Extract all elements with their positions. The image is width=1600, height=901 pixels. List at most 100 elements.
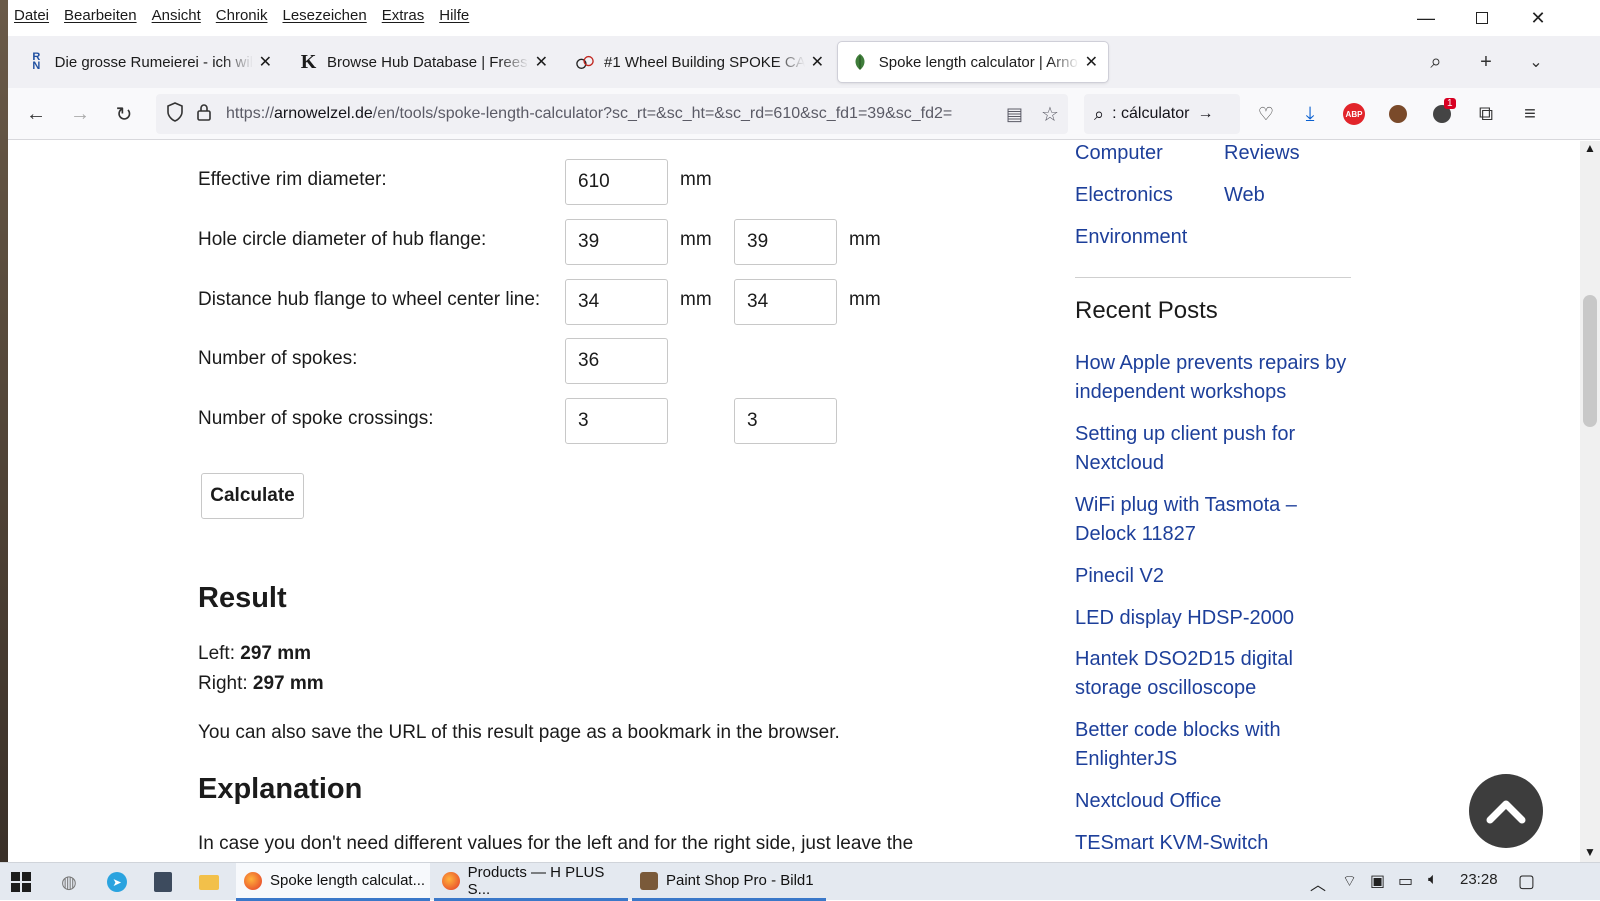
rn-favicon-icon: RN [32, 51, 41, 72]
calculator-button[interactable] [144, 867, 182, 897]
url-bar[interactable]: https://arnowelzel.de/en/tools/spoke-len… [156, 94, 1068, 134]
pinned-app-button[interactable]: ◍ [50, 867, 88, 897]
chevron-up-icon [1486, 800, 1526, 824]
recent-post-link[interactable]: How Apple prevents repairs by independent… [1075, 349, 1346, 407]
list-tabs-button[interactable]: ⌄ [1518, 44, 1554, 80]
notifications-icon[interactable]: ▢ [1518, 871, 1535, 892]
search-icon: ⌕ [1094, 103, 1105, 124]
tab-title: Browse Hub Database | Freespo [326, 53, 529, 71]
recent-post-link[interactable]: Setting up client push for Nextcloud [1075, 420, 1295, 478]
taskbar-app-firefox-products[interactable]: Products — H PLUS S... [434, 863, 628, 901]
menu-datei[interactable]: Datei [14, 7, 49, 24]
bookmark-star-icon[interactable]: ☆ [1041, 102, 1059, 127]
sidebar-divider [1075, 277, 1351, 278]
scroll-down-icon[interactable]: ▼ [1584, 845, 1596, 859]
telegram-button[interactable]: ➤ [98, 867, 136, 897]
tab-spoke-length-calculator[interactable]: Spoke length calculator | Arno W ✕ [838, 42, 1108, 82]
scroll-up-icon[interactable]: ▲ [1584, 141, 1596, 155]
category-reviews[interactable]: Reviews [1224, 141, 1300, 168]
lock-icon[interactable] [196, 103, 212, 126]
paint-shop-pro-icon [640, 871, 658, 890]
search-bar[interactable]: ⌕ : cálculator → [1084, 94, 1240, 134]
recent-post-link[interactable]: LED display HDSP-2000 [1075, 604, 1294, 633]
hub-hole-circle-left-input[interactable] [565, 219, 668, 265]
close-tab-icon[interactable]: ✕ [1085, 52, 1098, 72]
taskbar-app-firefox-spoke[interactable]: Spoke length calculat... [236, 863, 430, 901]
recent-post-link[interactable]: WiFi plug with Tasmota – Delock 11827 [1075, 491, 1297, 549]
new-tab-button[interactable]: + [1468, 44, 1504, 80]
extension-badge-button[interactable]: 1 [1424, 96, 1460, 132]
calculate-button[interactable]: Calculate [201, 473, 304, 519]
page-scrollbar[interactable]: ▲ ▼ [1580, 141, 1600, 862]
category-environment[interactable]: Environment [1075, 223, 1187, 252]
tab-rumeierei[interactable]: RN Die grosse Rumeierei - ich will n ✕ [14, 42, 282, 82]
close-tab-icon[interactable]: ✕ [811, 52, 824, 72]
puzzle-icon: ⧉ [1478, 102, 1494, 125]
back-button[interactable]: ← [18, 96, 54, 132]
notification-badge: 1 [1444, 98, 1456, 109]
maximize-icon [1476, 12, 1488, 24]
menu-lesezeichen[interactable]: Lesezeichen [282, 7, 366, 24]
forward-button[interactable]: → [62, 96, 98, 132]
result-right-value: 297 mm [252, 673, 324, 694]
arrow-right-icon[interactable]: → [1197, 105, 1213, 123]
tab-title: #1 Wheel Building SPOKE CALC [604, 53, 805, 71]
close-window-button[interactable]: ✕ [1510, 0, 1566, 36]
close-tab-icon[interactable]: ✕ [535, 52, 548, 72]
extensions-button[interactable]: ⧉ [1468, 96, 1504, 132]
flange-distance-label: Distance hub flange to wheel center line… [198, 289, 541, 310]
app-menu-button[interactable]: ≡ [1512, 96, 1548, 132]
search-input[interactable]: : cálculator [1112, 105, 1189, 123]
tab-wheel-building[interactable]: #1 Wheel Building SPOKE CALC ✕ [562, 42, 834, 82]
spokes-count-input[interactable] [565, 338, 668, 384]
recent-post-link[interactable]: TESmart KVM-Switch [1075, 829, 1268, 858]
downloads-button[interactable]: ⤓ [1292, 96, 1328, 132]
plus-icon: + [1480, 50, 1492, 73]
spoke-crossings-left-input[interactable] [565, 398, 668, 444]
menu-ansicht[interactable]: Ansicht [152, 7, 201, 24]
back-to-top-button[interactable] [1469, 774, 1543, 848]
recent-post-link[interactable]: Pinecil V2 [1075, 562, 1164, 591]
start-button[interactable] [2, 867, 40, 897]
menu-chronik[interactable]: Chronik [216, 7, 268, 24]
file-explorer-button[interactable] [190, 867, 228, 897]
category-electronics[interactable]: Electronics [1075, 181, 1173, 210]
flange-distance-right-input[interactable] [734, 279, 837, 325]
battery-icon[interactable]: ▭ [1398, 871, 1413, 891]
minimize-button[interactable]: — [1398, 0, 1454, 36]
menu-extras[interactable]: Extras [382, 7, 425, 24]
telegram-icon: ➤ [107, 872, 127, 892]
pocket-button[interactable]: ♡ [1248, 96, 1284, 132]
cookie-extension-button[interactable] [1380, 96, 1416, 132]
hub-hole-circle-right-input[interactable] [734, 219, 837, 265]
chevron-up-icon[interactable]: ︿ [1310, 871, 1326, 895]
taskbar-app-label: Spoke length calculat... [270, 872, 426, 889]
reload-button[interactable]: ↻ [106, 96, 142, 132]
recent-post-link[interactable]: Nextcloud Office [1075, 787, 1221, 816]
tab-search-button[interactable]: ⌕ [1418, 44, 1454, 80]
result-heading: Result [198, 582, 287, 614]
maximize-button[interactable] [1454, 0, 1510, 36]
wifi-icon[interactable]: ⌔ [1342, 871, 1357, 891]
category-computer[interactable]: Computer [1075, 141, 1163, 168]
volume-icon[interactable]: 🔈︎ [1428, 871, 1438, 889]
rim-diameter-input[interactable] [565, 159, 668, 205]
spoke-crossings-right-input[interactable] [734, 398, 837, 444]
menu-bearbeiten[interactable]: Bearbeiten [64, 7, 137, 24]
adblock-button[interactable]: ABP [1336, 96, 1372, 132]
category-web[interactable]: Web [1224, 181, 1265, 210]
reader-view-icon[interactable]: ▤ [1006, 104, 1023, 125]
display-icon[interactable]: ▣ [1370, 871, 1385, 891]
recent-post-link[interactable]: Hantek DSO2D15 digital storage oscillosco… [1075, 645, 1293, 703]
clock[interactable]: 23:28 [1460, 871, 1498, 888]
close-tab-icon[interactable]: ✕ [259, 52, 272, 72]
taskbar-app-paint-shop-pro[interactable]: Paint Shop Pro - Bild1 [632, 863, 826, 901]
page-content: Effective rim diameter: mm Hole circle d… [8, 141, 1580, 862]
spokes-count-label: Number of spokes: [198, 348, 358, 369]
tab-freespoke[interactable]: K Browse Hub Database | Freespo ✕ [286, 42, 558, 82]
menu-hilfe[interactable]: Hilfe [439, 7, 469, 24]
flange-distance-left-input[interactable] [565, 279, 668, 325]
recent-post-link[interactable]: Better code blocks with EnlighterJS [1075, 716, 1281, 774]
scrollbar-thumb[interactable] [1583, 295, 1597, 427]
shield-icon[interactable] [166, 101, 184, 127]
